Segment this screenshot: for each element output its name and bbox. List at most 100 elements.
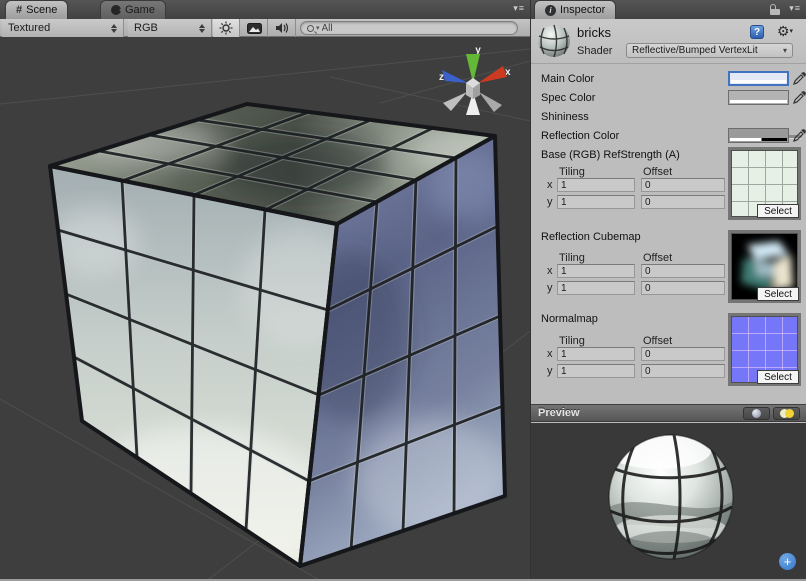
offset-x-input[interactable] bbox=[641, 178, 725, 192]
tiling-y-input[interactable] bbox=[557, 364, 635, 378]
info-icon: i bbox=[545, 5, 556, 16]
gizmo-z-cone[interactable] bbox=[442, 70, 468, 83]
color-mode-dropdown[interactable]: RGB bbox=[128, 19, 212, 37]
gear-icon[interactable]: ⚙▾ bbox=[777, 23, 793, 40]
tiling-header: Tiling bbox=[559, 335, 585, 347]
gizmo-axis-cone[interactable] bbox=[443, 92, 467, 111]
inspector-panel-menu-icon[interactable]: ▾≡ bbox=[789, 3, 801, 14]
reflection-color-swatch[interactable] bbox=[728, 128, 789, 143]
sphere-icon bbox=[752, 409, 761, 418]
color-mode-value: RGB bbox=[134, 22, 158, 34]
material-preview-thumbnail[interactable] bbox=[536, 23, 572, 59]
shader-value: Reflective/Bumped VertexLit bbox=[632, 45, 758, 56]
preview-sphere-mode-button[interactable] bbox=[743, 407, 770, 420]
shininess-label: Shininess bbox=[541, 111, 589, 123]
material-header: bricks Shader Reflective/Bumped VertexLi… bbox=[531, 19, 806, 64]
offset-x-input[interactable] bbox=[641, 264, 725, 278]
select-button[interactable]: Select bbox=[757, 204, 799, 218]
gizmo-x-cone[interactable] bbox=[478, 66, 507, 83]
scene-viewport[interactable]: y x z bbox=[0, 37, 530, 579]
scene-search-field[interactable]: ▾ bbox=[300, 21, 518, 35]
tiling-x-input[interactable] bbox=[557, 347, 635, 361]
tiling-x-input[interactable] bbox=[557, 178, 635, 192]
preview-title: Preview bbox=[538, 407, 580, 419]
y-axis-label: y bbox=[547, 365, 553, 377]
help-icon[interactable]: ? bbox=[750, 25, 764, 39]
cubemap-texture-thumbnail[interactable]: Select bbox=[728, 230, 801, 303]
tiling-y-input[interactable] bbox=[557, 281, 635, 295]
shader-dropdown[interactable]: Reflective/Bumped VertexLit ▾ bbox=[626, 43, 793, 58]
offset-y-input[interactable] bbox=[641, 364, 725, 378]
eyedropper-icon[interactable] bbox=[793, 90, 806, 104]
x-axis-label: x bbox=[547, 348, 553, 360]
tab-game[interactable]: Game bbox=[101, 1, 165, 19]
scene-panel-menu-icon[interactable]: ▾≡ bbox=[513, 3, 525, 14]
inspector-tabbar: i Inspector ▾≡ bbox=[530, 0, 806, 19]
tiling-header: Tiling bbox=[559, 252, 585, 264]
offset-y-input[interactable] bbox=[641, 281, 725, 295]
shader-label: Shader bbox=[577, 45, 612, 57]
tab-scene[interactable]: # Scene bbox=[6, 1, 67, 19]
preview-header[interactable]: Preview bbox=[531, 404, 806, 422]
offset-x-input[interactable] bbox=[641, 347, 725, 361]
audio-toggle-button[interactable] bbox=[269, 19, 296, 37]
render-mode-dropdown[interactable]: Textured bbox=[2, 19, 124, 37]
main-color-swatch[interactable] bbox=[728, 71, 789, 86]
sun-icon bbox=[219, 21, 233, 35]
spec-color-swatch[interactable] bbox=[728, 90, 789, 105]
gizmo-axis-cone[interactable] bbox=[479, 92, 502, 112]
tiling-x-input[interactable] bbox=[557, 264, 635, 278]
reflection-color-label: Reflection Color bbox=[541, 130, 619, 142]
texture-label: Reflection Cubemap bbox=[541, 231, 641, 243]
preview-area[interactable]: + bbox=[531, 423, 806, 579]
search-filter-caret-icon: ▾ bbox=[316, 24, 320, 32]
y-axis-label: y bbox=[547, 282, 553, 294]
lighting-toggle-button[interactable] bbox=[213, 19, 240, 37]
tab-scene-label: Scene bbox=[26, 4, 57, 16]
tiling-header: Tiling bbox=[559, 166, 585, 178]
eyedropper-icon[interactable] bbox=[793, 128, 806, 142]
chevron-down-icon: ▾ bbox=[783, 46, 787, 55]
updown-arrows-icon bbox=[191, 24, 205, 33]
unity-editor-window: # Scene Game ▾≡ Textured RGB bbox=[0, 0, 806, 581]
preview-lighting-button[interactable] bbox=[773, 407, 800, 420]
game-icon bbox=[111, 5, 121, 15]
image-icon bbox=[247, 23, 262, 34]
inspector-panel: bricks Shader Reflective/Bumped VertexLi… bbox=[530, 19, 806, 579]
normalmap-texture-thumbnail[interactable]: Select bbox=[728, 313, 801, 386]
main-color-label: Main Color bbox=[541, 73, 594, 85]
offset-y-input[interactable] bbox=[641, 195, 725, 209]
tab-inspector-label: Inspector bbox=[560, 4, 605, 16]
y-axis-label: y bbox=[547, 196, 553, 208]
two-lights-icon bbox=[780, 409, 794, 418]
texture-label: Normalmap bbox=[541, 313, 598, 325]
select-button[interactable]: Select bbox=[757, 287, 799, 301]
texture-label: Base (RGB) RefStrength (A) bbox=[541, 149, 680, 161]
tiling-y-input[interactable] bbox=[557, 195, 635, 209]
scene-grid-icon: # bbox=[16, 4, 22, 16]
select-button[interactable]: Select bbox=[757, 370, 799, 384]
eyedropper-icon[interactable] bbox=[793, 71, 806, 85]
add-preview-button[interactable]: + bbox=[779, 553, 796, 570]
updown-arrows-icon bbox=[103, 24, 117, 33]
spec-color-label: Spec Color bbox=[541, 92, 595, 104]
search-icon bbox=[307, 25, 314, 32]
render-mode-value: Textured bbox=[8, 22, 50, 34]
preview-sphere-render bbox=[531, 423, 806, 579]
tab-inspector[interactable]: i Inspector bbox=[535, 1, 615, 19]
scene-orientation-gizmo[interactable]: y x z bbox=[425, 37, 530, 127]
x-axis-label: x bbox=[547, 179, 553, 191]
speaker-icon bbox=[275, 22, 289, 34]
lock-icon[interactable] bbox=[770, 4, 780, 15]
x-axis-label: x bbox=[547, 265, 553, 277]
search-input[interactable] bbox=[322, 23, 492, 34]
scene-toolbar: Textured RGB bbox=[0, 19, 530, 37]
material-name: bricks bbox=[577, 25, 611, 40]
tab-game-label: Game bbox=[125, 4, 155, 16]
offset-header: Offset bbox=[643, 335, 672, 347]
offset-header: Offset bbox=[643, 166, 672, 178]
offset-header: Offset bbox=[643, 252, 672, 264]
base-texture-thumbnail[interactable]: Select bbox=[728, 147, 801, 220]
scene-tabbar: # Scene Game ▾≡ bbox=[0, 0, 530, 19]
skybox-fx-toggle-button[interactable] bbox=[241, 19, 268, 37]
